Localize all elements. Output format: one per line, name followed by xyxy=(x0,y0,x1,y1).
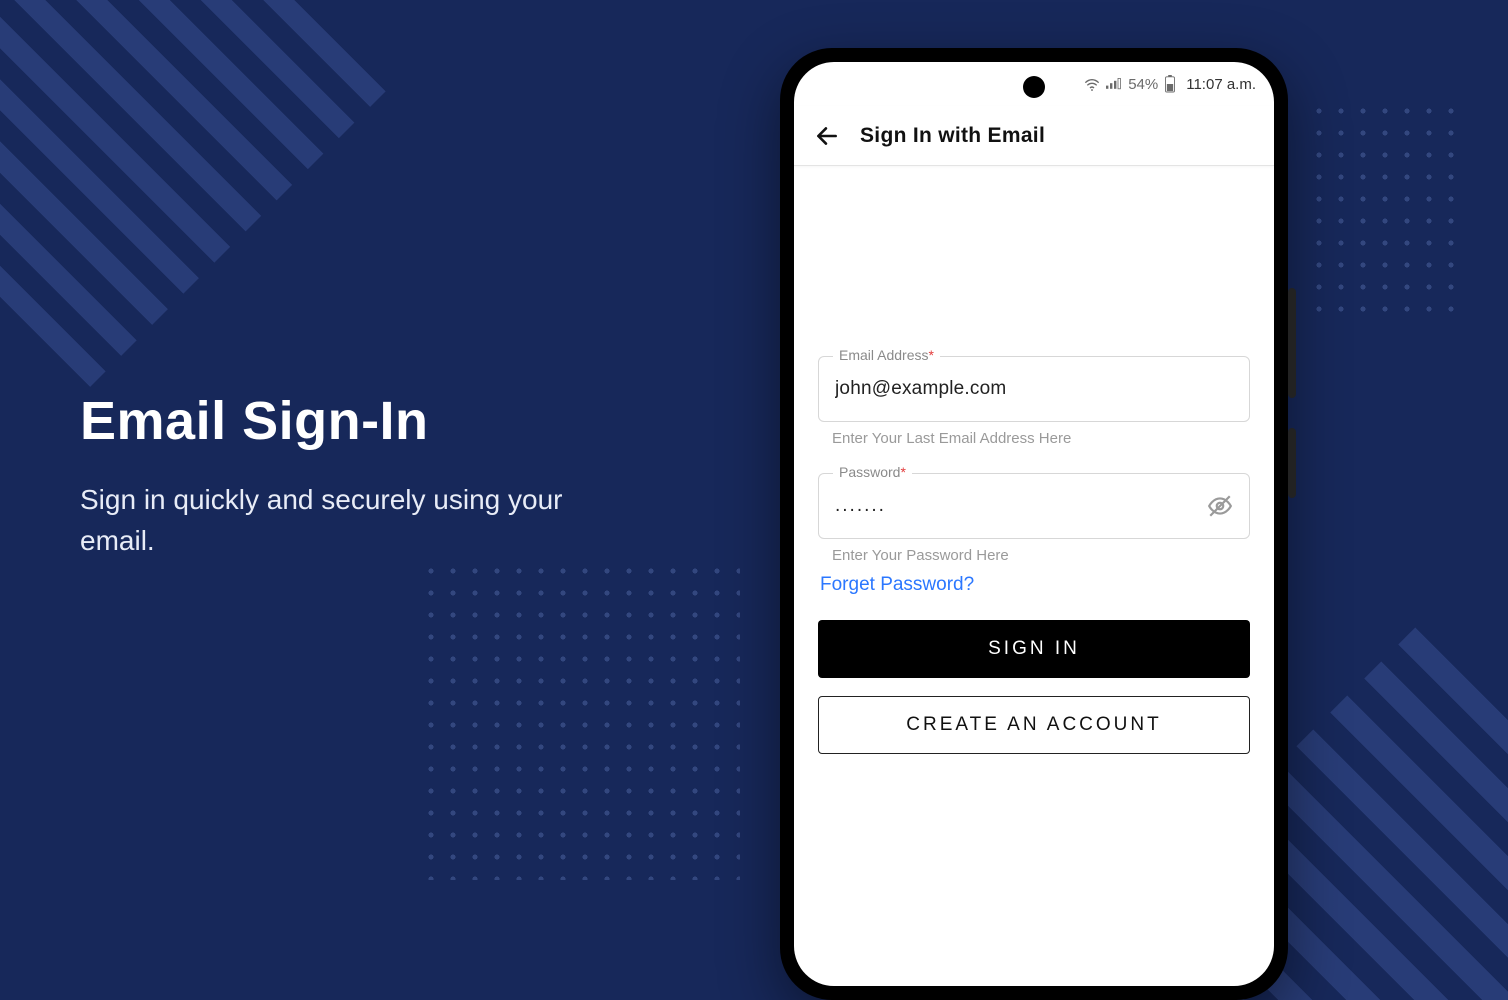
forgot-password-link[interactable]: Forget Password? xyxy=(818,574,1250,620)
phone-screen: 54% 11:07 a.m. Si xyxy=(794,62,1274,986)
signal-icon xyxy=(1106,77,1122,91)
phone-body: 54% 11:07 a.m. Si xyxy=(780,48,1288,1000)
camera-notch xyxy=(1023,76,1045,98)
email-field-wrap: Email Address* xyxy=(818,356,1250,422)
password-field-wrap: Password* xyxy=(818,473,1250,539)
password-label-text: Password xyxy=(839,464,900,480)
phone-mockup: 54% 11:07 a.m. Si xyxy=(780,48,1288,1000)
required-mark: * xyxy=(900,464,905,480)
phone-volume-button xyxy=(1288,428,1296,498)
wifi-icon xyxy=(1084,77,1100,91)
battery-percent: 54% xyxy=(1128,76,1158,93)
signin-form: Email Address* Enter Your Last Email Add… xyxy=(794,166,1274,754)
required-mark: * xyxy=(928,347,933,363)
arrow-left-icon xyxy=(814,123,840,149)
email-label: Email Address* xyxy=(833,347,940,363)
password-label: Password* xyxy=(833,464,912,480)
phone-power-button xyxy=(1288,288,1296,398)
status-time: 11:07 a.m. xyxy=(1186,76,1256,93)
hero-title: Email Sign-In xyxy=(80,390,600,452)
decor-stripes-top-left xyxy=(0,0,387,387)
create-account-button[interactable]: CREATE AN ACCOUNT xyxy=(818,696,1250,754)
back-button[interactable] xyxy=(812,121,842,151)
eye-off-icon xyxy=(1207,493,1233,519)
appbar-title: Sign In with Email xyxy=(860,124,1045,148)
hero-block: Email Sign-In Sign in quickly and secure… xyxy=(80,390,600,561)
app-bar: Sign In with Email xyxy=(794,106,1274,166)
signin-button[interactable]: SIGN IN xyxy=(818,620,1250,678)
hero-subtitle: Sign in quickly and securely using your … xyxy=(80,480,600,561)
decor-dots-right xyxy=(1308,100,1468,320)
password-input[interactable] xyxy=(835,495,1207,517)
decor-dots-mid xyxy=(420,560,740,880)
email-input[interactable] xyxy=(835,378,1233,400)
toggle-password-visibility[interactable] xyxy=(1207,492,1233,520)
email-label-text: Email Address xyxy=(839,347,928,363)
battery-icon xyxy=(1164,75,1176,93)
password-hint: Enter Your Password Here xyxy=(818,545,1250,574)
